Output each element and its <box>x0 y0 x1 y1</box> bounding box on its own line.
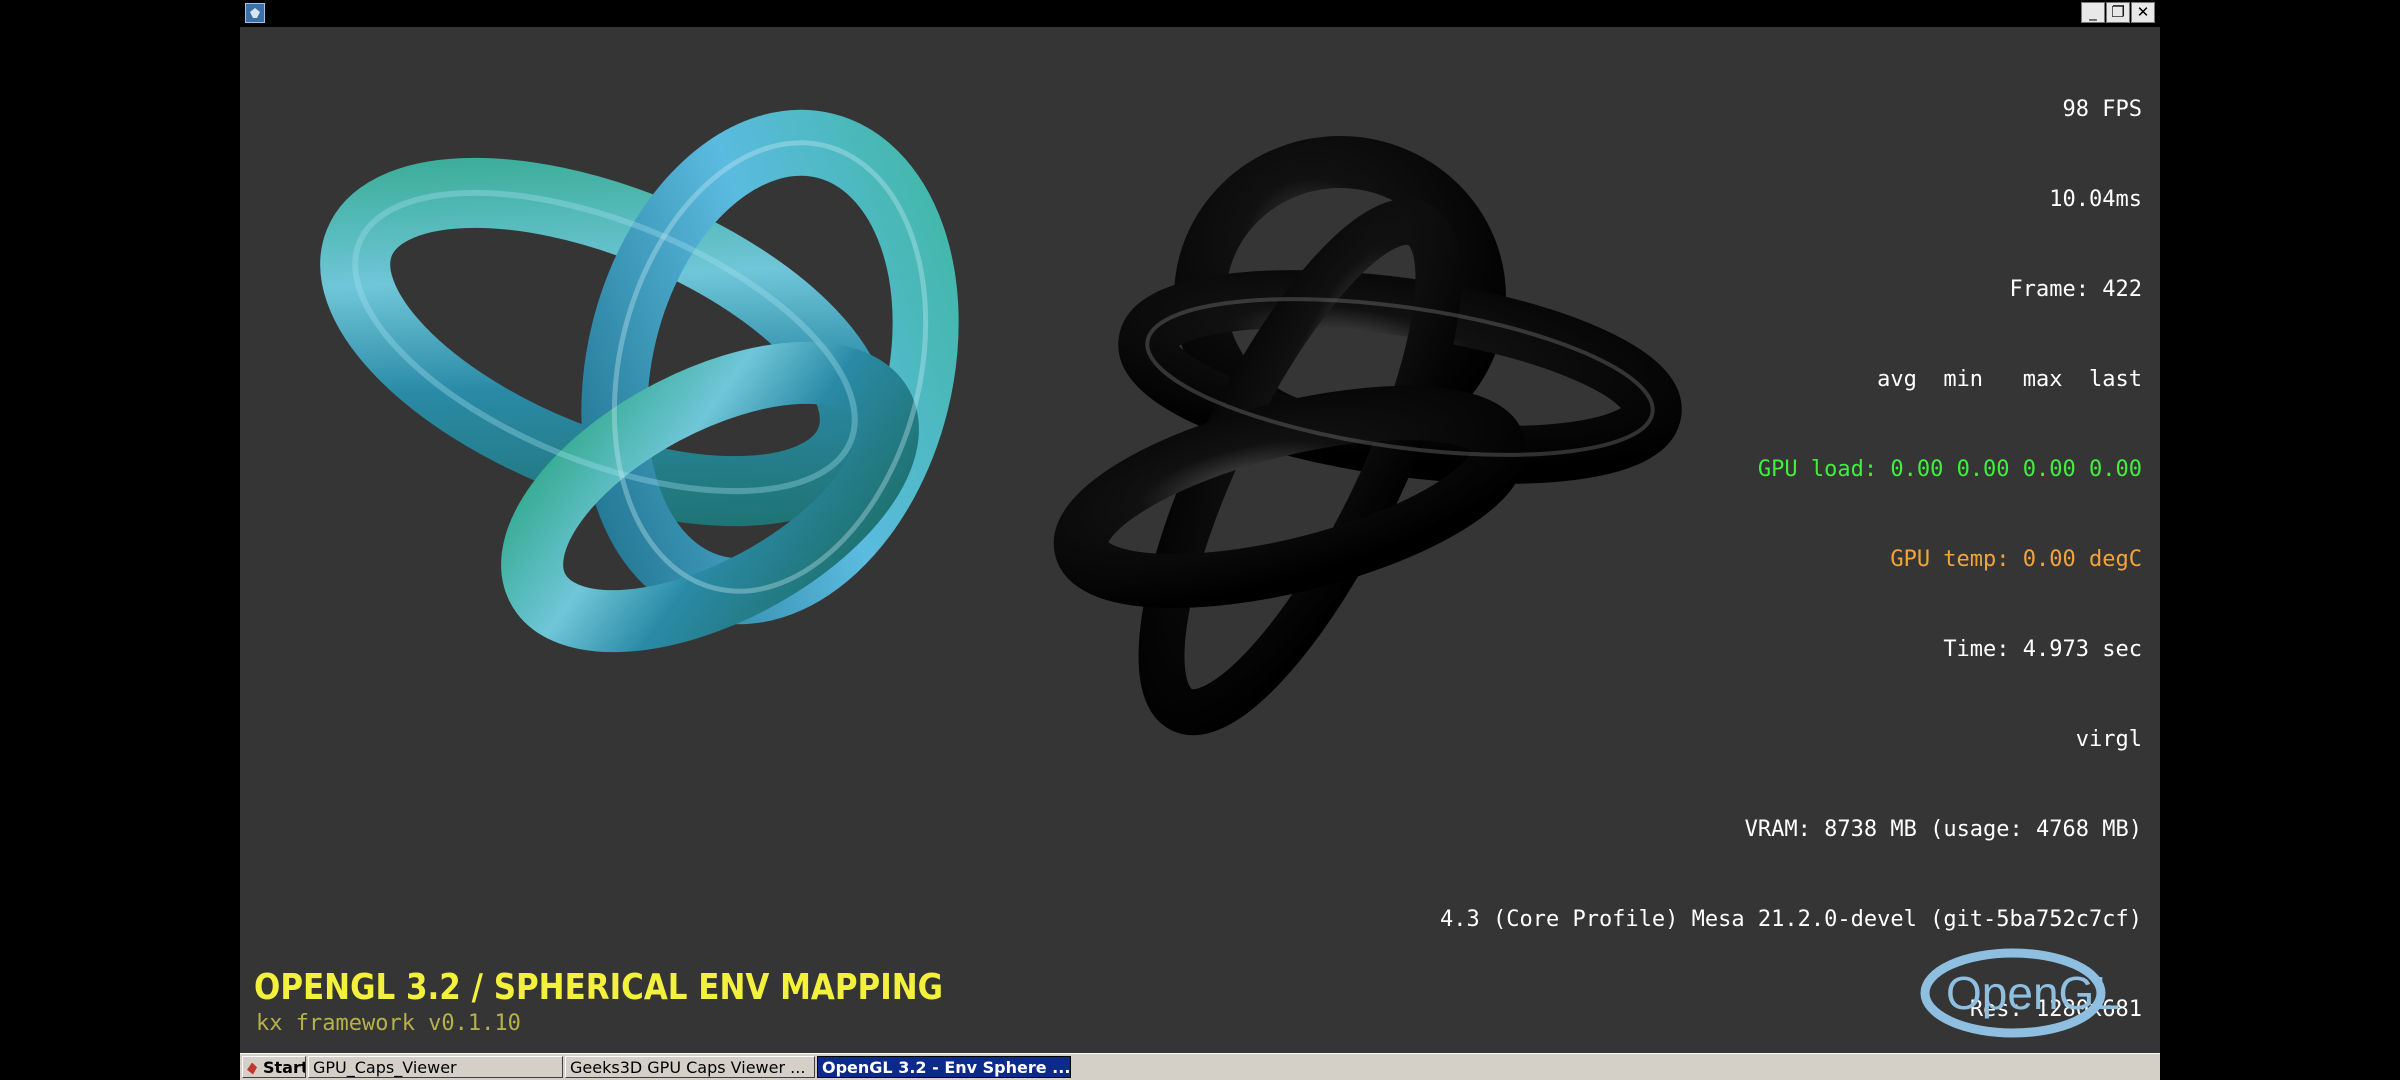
fps-readout: 98 FPS <box>2062 97 2142 122</box>
taskbar-item-gpu-caps-viewer[interactable]: GPU_Caps_Viewer <box>308 1056 563 1078</box>
gpu-load-readout: GPU load: 0.00 0.00 0.00 0.00 <box>1757 457 2142 482</box>
render-viewport[interactable]: 98 FPS 10.04ms Frame: 422 avg min max la… <box>240 27 2160 1053</box>
frame-time-readout: 10.04ms <box>2049 187 2142 212</box>
start-icon <box>247 1062 257 1075</box>
vram-readout: VRAM: 8738 MB (usage: 4768 MB) <box>1744 817 2142 842</box>
taskbar-item-geeks3d[interactable]: Geeks3D GPU Caps Viewer ... <box>565 1056 815 1078</box>
restore-button[interactable]: ❐ <box>2106 2 2130 23</box>
app-window: _ ❐ ✕ 98 FPS 10.04ms Frame: 422 avg min … <box>240 0 2160 1080</box>
taskbar-item-opengl-env-sphere[interactable]: OpenGL 3.2 - Env Sphere ... <box>817 1056 1071 1078</box>
gpu-temp-readout: GPU temp: 0.00 degC <box>1890 547 2142 572</box>
stats-header: avg min max last <box>1877 367 2142 392</box>
gl-version-readout: 4.3 (Core Profile) Mesa 21.2.0-devel (gi… <box>1440 907 2142 932</box>
app-shield-icon[interactable] <box>245 3 265 23</box>
start-button[interactable]: Start <box>242 1056 306 1078</box>
demo-title: OPENGL 3.2 / SPHERICAL ENV MAPPING <box>254 967 944 1008</box>
start-label: Start <box>263 1058 306 1077</box>
title-bar[interactable]: _ ❐ ✕ <box>240 0 2160 27</box>
close-button[interactable]: ✕ <box>2131 2 2155 23</box>
taskbar: Start GPU_Caps_Viewer Geeks3D GPU Caps V… <box>240 1053 2160 1080</box>
stats-overlay: 98 FPS 10.04ms Frame: 422 avg min max la… <box>1440 35 2142 1053</box>
opengl-logo-text: OpenGL <box>1946 967 2120 1019</box>
opengl-logo: OpenGL <box>1920 948 2120 1038</box>
teal-torus-knot <box>320 109 959 653</box>
minimize-button[interactable]: _ <box>2081 2 2105 23</box>
frame-count-readout: Frame: 422 <box>2009 277 2142 302</box>
time-readout: Time: 4.973 sec <box>1943 637 2142 662</box>
framework-version: kx framework v0.1.10 <box>256 1011 521 1036</box>
renderer-readout: virgl <box>2075 727 2142 752</box>
